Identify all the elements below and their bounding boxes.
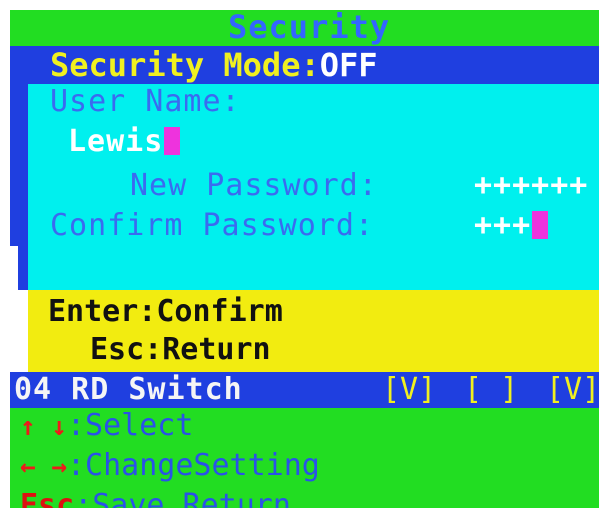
esc-return-hint: Esc:Return: [90, 332, 271, 367]
new-password-field[interactable]: ++++++: [474, 168, 588, 203]
left-edge-strip-lower: [18, 246, 28, 290]
port-checkbox-2[interactable]: [ ]: [464, 372, 518, 407]
user-name-label: User Name:: [50, 84, 241, 119]
port-checkbox-3[interactable]: [V]: [546, 372, 599, 407]
confirm-password-value[interactable]: +++: [474, 208, 531, 243]
prompt-panel: Enter:Confirm Esc:Return: [28, 290, 599, 372]
security-mode-setting[interactable]: Security Mode:OFF: [50, 46, 378, 84]
left-right-arrows-icon: ← →: [20, 452, 67, 482]
window-title: Security: [228, 10, 391, 46]
user-name-field[interactable]: Lewis: [68, 124, 181, 159]
password-cursor: [532, 211, 549, 239]
help-change-text: :ChangeSetting: [66, 448, 320, 483]
security-osd-window: Security Security Mode:OFF User Name: Le…: [10, 10, 599, 508]
help-save-text: :Save,Return: [74, 488, 291, 508]
port-list-row[interactable]: 04 RD Switch [V] [ ] [V]: [10, 372, 599, 408]
help-select-text: :Select: [66, 408, 194, 443]
text-cursor: [164, 127, 181, 155]
port-checkbox-1[interactable]: [V]: [382, 372, 436, 407]
left-edge-strip: [10, 84, 28, 246]
new-password-label: New Password:: [130, 168, 378, 203]
port-name: 04 RD Switch: [14, 372, 243, 407]
security-mode-label: Security Mode:: [50, 46, 320, 84]
title-bar: Security: [10, 10, 599, 46]
key-help-area: ↑ ↓:Select ← →:ChangeSetting Esc:Save,Re…: [10, 408, 599, 508]
confirm-password-label: Confirm Password:: [50, 208, 375, 243]
left-edge-gap: [10, 246, 18, 372]
enter-confirm-hint: Enter:Confirm: [48, 294, 283, 329]
credentials-form: User Name: Lewis New Password: ++++++ Co…: [28, 84, 599, 290]
security-mode-row[interactable]: Security Mode:OFF: [10, 46, 599, 84]
esc-key-label: Esc: [20, 488, 75, 508]
user-name-value[interactable]: Lewis: [68, 124, 163, 159]
help-save-line: Esc:Save,Return: [20, 488, 291, 508]
security-mode-value[interactable]: OFF: [320, 46, 378, 84]
up-down-arrows-icon: ↑ ↓: [20, 412, 67, 442]
help-select-line: ↑ ↓:Select: [20, 408, 193, 443]
help-change-line: ← →:ChangeSetting: [20, 448, 320, 483]
confirm-password-field[interactable]: +++: [474, 208, 549, 243]
